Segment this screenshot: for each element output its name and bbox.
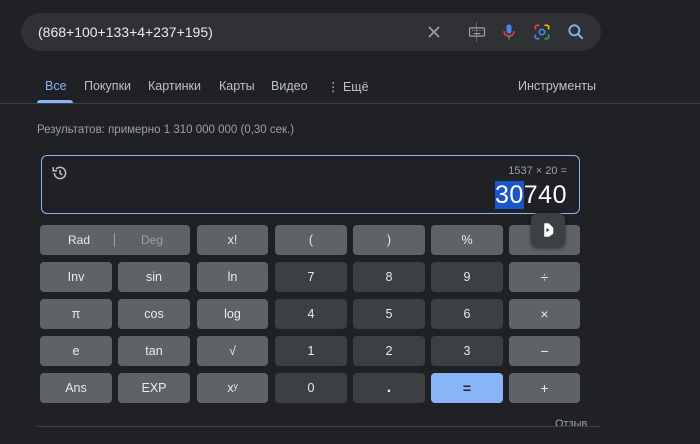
search-tabs: Все Покупки Картинки Карты Видео ⋮ Ещё И… [0, 76, 700, 104]
ans-button[interactable]: Ans [40, 373, 112, 403]
tab-shopping[interactable]: Покупки [84, 79, 131, 93]
sin-button[interactable]: sin [118, 262, 190, 292]
bottom-divider [37, 426, 600, 427]
digit-9-button[interactable]: 9 [431, 262, 503, 292]
search-icon[interactable] [566, 22, 586, 42]
deg-label: Deg [141, 233, 164, 247]
log-button[interactable]: log [197, 299, 268, 329]
left-paren-button[interactable]: ( [275, 225, 347, 255]
minus-button[interactable]: − [509, 336, 580, 366]
tab-maps[interactable]: Карты [219, 79, 255, 93]
feedback-link[interactable]: Отзыв [555, 418, 587, 430]
digit-8-button[interactable]: 8 [353, 262, 425, 292]
digit-4-button[interactable]: 4 [275, 299, 347, 329]
ln-button[interactable]: ln [197, 262, 268, 292]
plus-button[interactable]: + [509, 373, 580, 403]
sqrt-button[interactable]: √ [197, 336, 268, 366]
lens-icon[interactable] [532, 22, 552, 42]
tools-button[interactable]: Инструменты [518, 79, 596, 93]
exp-button[interactable]: EXP [118, 373, 190, 403]
digit-3-button[interactable]: 3 [431, 336, 503, 366]
result-text: 740 [523, 181, 567, 209]
tab-images[interactable]: Картинки [148, 79, 201, 93]
search-bar[interactable]: (868+100+133+4+237+195) [21, 13, 601, 51]
previous-expression: 1537 × 20 = [508, 165, 567, 177]
percent-button[interactable]: % [431, 225, 503, 255]
results-stats: Результатов: примерно 1 310 000 000 (0,3… [37, 124, 295, 136]
calculator-result[interactable]: 30740 [494, 181, 567, 210]
search-query[interactable]: (868+100+133+4+237+195) [38, 24, 213, 40]
digit-2-button[interactable]: 2 [353, 336, 425, 366]
multiply-button[interactable]: × [509, 299, 580, 329]
digit-7-button[interactable]: 7 [275, 262, 347, 292]
digit-1-button[interactable]: 1 [275, 336, 347, 366]
rad-deg-separator [114, 233, 115, 247]
digit-0-button[interactable]: 0 [275, 373, 347, 403]
tan-button[interactable]: tan [118, 336, 190, 366]
rad-label: Rad [68, 233, 91, 247]
extension-icon[interactable] [531, 213, 565, 247]
pi-button[interactable]: π [40, 299, 112, 329]
equals-button[interactable]: = [431, 373, 503, 403]
decimal-point-button[interactable]: . [353, 373, 425, 403]
right-paren-button[interactable]: ) [353, 225, 425, 255]
calculator-display: 1537 × 20 = 30740 [41, 155, 580, 214]
inv-button[interactable]: Inv [40, 262, 112, 292]
divide-button[interactable]: ÷ [509, 262, 580, 292]
tab-more[interactable]: ⋮ Ещё [327, 79, 369, 94]
digit-6-button[interactable]: 6 [431, 299, 503, 329]
tab-all[interactable]: Все [45, 79, 67, 93]
power-button[interactable]: xʸ [197, 373, 268, 403]
tab-videos[interactable]: Видео [271, 79, 308, 93]
e-button[interactable]: e [40, 336, 112, 366]
factorial-button[interactable]: x! [197, 225, 268, 255]
result-selected-text: 30 [494, 181, 524, 209]
close-icon[interactable] [424, 22, 444, 42]
history-icon[interactable] [51, 164, 69, 182]
cos-button[interactable]: cos [118, 299, 190, 329]
keyboard-icon[interactable] [467, 22, 487, 42]
digit-5-button[interactable]: 5 [353, 299, 425, 329]
microphone-icon[interactable] [499, 22, 519, 42]
tabs-divider [0, 103, 700, 104]
rad-deg-toggle[interactable]: Rad Deg [40, 225, 190, 255]
